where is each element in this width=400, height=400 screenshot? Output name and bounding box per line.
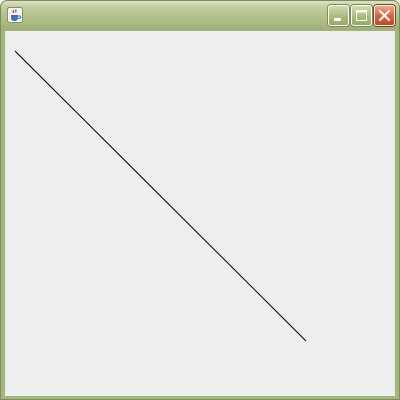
close-button[interactable] [374, 5, 395, 26]
title-bar[interactable] [1, 1, 399, 30]
minimize-icon [334, 18, 341, 21]
maximize-button[interactable] [351, 5, 372, 26]
canvas-drawing [14, 50, 307, 342]
application-window [0, 0, 400, 400]
drawing-canvas[interactable] [5, 31, 395, 396]
minimize-button[interactable] [328, 5, 349, 26]
diagonal-line [14, 50, 307, 342]
maximize-icon [356, 10, 367, 21]
close-icon [378, 9, 391, 22]
java-coffee-cup-icon[interactable] [7, 7, 23, 23]
